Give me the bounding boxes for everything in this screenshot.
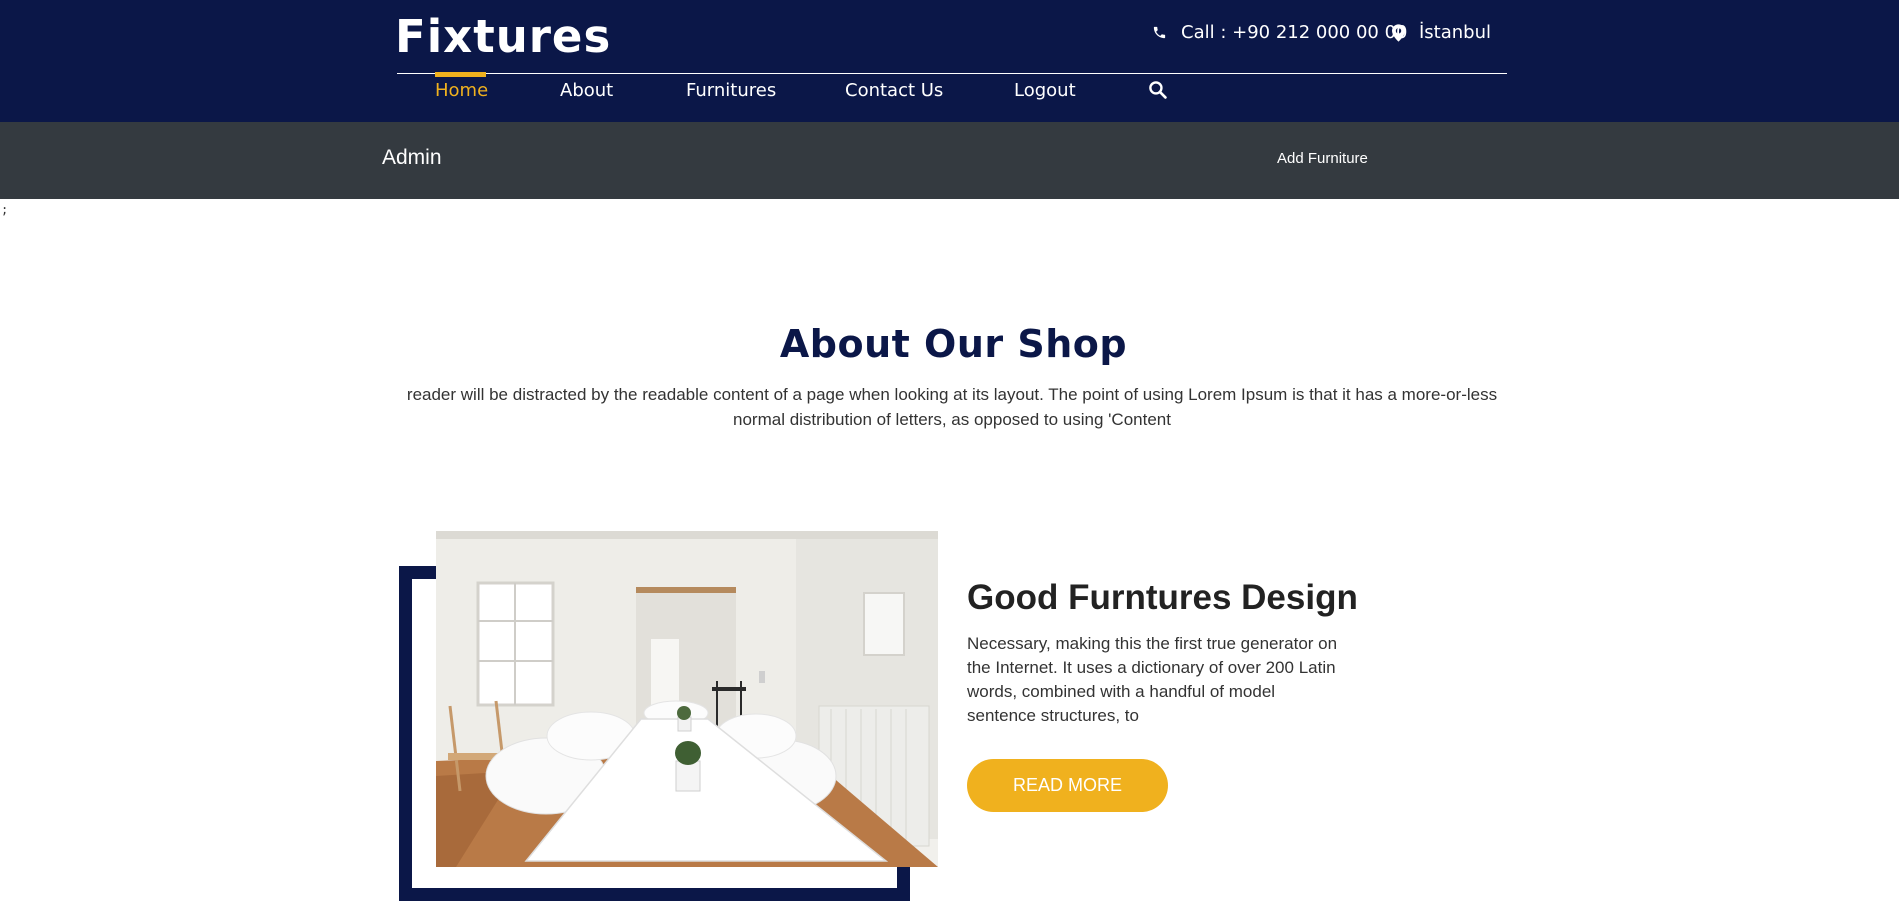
nav-furnitures[interactable]: Furnitures bbox=[686, 80, 776, 101]
contact-location: İstanbul bbox=[1392, 22, 1491, 43]
map-pin-icon bbox=[1392, 23, 1405, 42]
feature-title: Good Furntures Design bbox=[967, 578, 1358, 617]
admin-title[interactable]: Admin bbox=[382, 146, 442, 170]
about-text: reader will be distracted by the readabl… bbox=[406, 385, 1498, 429]
main-nav: Home About Furnitures Contact Us Logout bbox=[0, 80, 1899, 110]
phone-text: Call : +90 212 000 00 00 bbox=[1181, 22, 1408, 43]
header-divider bbox=[397, 73, 1507, 74]
search-icon bbox=[1149, 81, 1167, 99]
nav-active-indicator bbox=[435, 72, 486, 77]
site-header: Fixtures Call : +90 212 000 00 00 İstanb… bbox=[0, 0, 1899, 122]
stray-text: ; bbox=[1, 203, 9, 217]
location-text: İstanbul bbox=[1419, 22, 1492, 43]
dining-room-photo bbox=[436, 531, 938, 867]
nav-home[interactable]: Home bbox=[435, 80, 488, 101]
about-title: About Our Shop bbox=[779, 322, 1128, 366]
nav-about[interactable]: About bbox=[560, 80, 613, 101]
dining-room-image bbox=[436, 531, 938, 867]
add-furniture-link[interactable]: Add Furniture bbox=[1277, 150, 1368, 167]
nav-contact-us[interactable]: Contact Us bbox=[845, 80, 943, 101]
nav-logout[interactable]: Logout bbox=[1014, 80, 1076, 101]
contact-phone: Call : +90 212 000 00 00 bbox=[1152, 22, 1408, 43]
feature-text: Necessary, making this the first true ge… bbox=[967, 634, 1338, 725]
brand-logo[interactable]: Fixtures bbox=[395, 10, 611, 63]
search-button[interactable] bbox=[1148, 80, 1167, 103]
phone-icon bbox=[1153, 26, 1166, 39]
read-more-button[interactable]: READ MORE bbox=[967, 759, 1168, 812]
admin-bar: Admin Add Furniture bbox=[0, 122, 1899, 199]
